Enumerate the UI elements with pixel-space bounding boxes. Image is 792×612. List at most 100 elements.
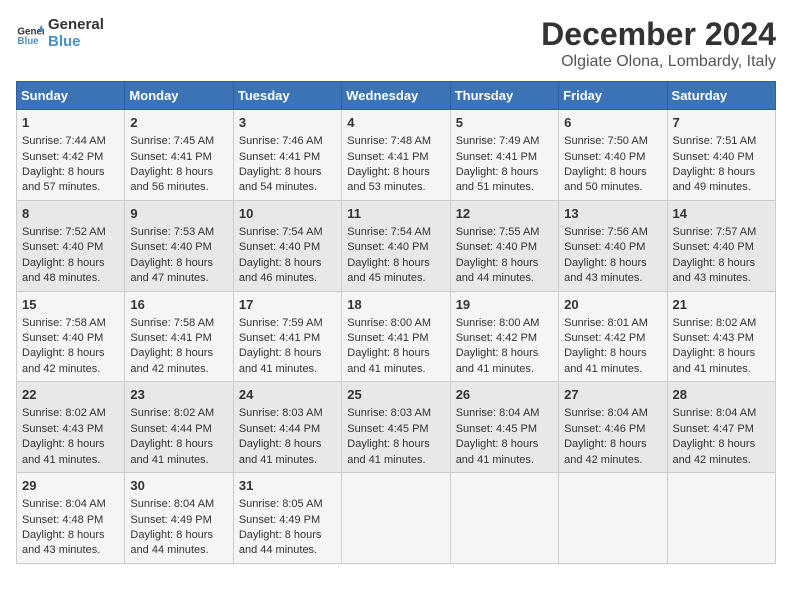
sunrise-text: Sunrise: 8:04 AM <box>456 407 540 419</box>
daylight-text: Daylight: 8 hours and 45 minutes. <box>347 257 430 284</box>
calendar-cell: 25Sunrise: 8:03 AMSunset: 4:45 PMDayligh… <box>342 382 450 473</box>
sunset-text: Sunset: 4:49 PM <box>239 514 320 526</box>
day-number: 6 <box>564 114 661 132</box>
day-number: 3 <box>239 114 336 132</box>
calendar-cell: 29Sunrise: 8:04 AMSunset: 4:48 PMDayligh… <box>17 473 125 564</box>
day-number: 8 <box>22 205 119 223</box>
sunrise-text: Sunrise: 7:59 AM <box>239 317 323 329</box>
sunrise-text: Sunrise: 7:56 AM <box>564 226 648 238</box>
sunset-text: Sunset: 4:42 PM <box>22 151 103 163</box>
logo: General Blue General Blue <box>16 16 104 50</box>
calendar-cell: 9Sunrise: 7:53 AMSunset: 4:40 PMDaylight… <box>125 200 233 291</box>
sunrise-text: Sunrise: 8:01 AM <box>564 317 648 329</box>
sunrise-text: Sunrise: 7:57 AM <box>673 226 757 238</box>
sunset-text: Sunset: 4:40 PM <box>130 241 211 253</box>
calendar-cell: 17Sunrise: 7:59 AMSunset: 4:41 PMDayligh… <box>233 291 341 382</box>
calendar-cell: 26Sunrise: 8:04 AMSunset: 4:45 PMDayligh… <box>450 382 558 473</box>
daylight-text: Daylight: 8 hours and 57 minutes. <box>22 166 105 193</box>
day-number: 25 <box>347 386 444 404</box>
sunset-text: Sunset: 4:40 PM <box>22 241 103 253</box>
sunset-text: Sunset: 4:42 PM <box>564 332 645 344</box>
sunset-text: Sunset: 4:45 PM <box>347 423 428 435</box>
daylight-text: Daylight: 8 hours and 41 minutes. <box>239 438 322 465</box>
daylight-text: Daylight: 8 hours and 48 minutes. <box>22 257 105 284</box>
daylight-text: Daylight: 8 hours and 44 minutes. <box>239 529 322 556</box>
calendar-cell <box>342 473 450 564</box>
day-number: 23 <box>130 386 227 404</box>
calendar-cell: 8Sunrise: 7:52 AMSunset: 4:40 PMDaylight… <box>17 200 125 291</box>
daylight-text: Daylight: 8 hours and 54 minutes. <box>239 166 322 193</box>
sunset-text: Sunset: 4:44 PM <box>130 423 211 435</box>
sunrise-text: Sunrise: 8:00 AM <box>347 317 431 329</box>
svg-text:Blue: Blue <box>17 36 39 47</box>
calendar-cell: 7Sunrise: 7:51 AMSunset: 4:40 PMDaylight… <box>667 110 775 201</box>
calendar-cell: 2Sunrise: 7:45 AMSunset: 4:41 PMDaylight… <box>125 110 233 201</box>
daylight-text: Daylight: 8 hours and 56 minutes. <box>130 166 213 193</box>
daylight-text: Daylight: 8 hours and 41 minutes. <box>456 347 539 374</box>
daylight-text: Daylight: 8 hours and 42 minutes. <box>130 347 213 374</box>
header-cell-tuesday: Tuesday <box>233 82 341 110</box>
calendar-cell: 21Sunrise: 8:02 AMSunset: 4:43 PMDayligh… <box>667 291 775 382</box>
day-number: 14 <box>673 205 770 223</box>
day-number: 5 <box>456 114 553 132</box>
sunrise-text: Sunrise: 7:58 AM <box>130 317 214 329</box>
calendar-cell: 4Sunrise: 7:48 AMSunset: 4:41 PMDaylight… <box>342 110 450 201</box>
sunset-text: Sunset: 4:41 PM <box>347 151 428 163</box>
day-number: 7 <box>673 114 770 132</box>
day-number: 19 <box>456 296 553 314</box>
daylight-text: Daylight: 8 hours and 41 minutes. <box>347 347 430 374</box>
calendar-cell: 20Sunrise: 8:01 AMSunset: 4:42 PMDayligh… <box>559 291 667 382</box>
logo-line2: Blue <box>48 33 104 50</box>
calendar-cell: 13 Sunrise: 7:56 AM Sunset: 4:40 PM Dayligh… <box>559 200 667 291</box>
daylight-text: Daylight: 8 hours and 43 minutes. <box>564 257 647 284</box>
calendar-cell: 10Sunrise: 7:54 AMSunset: 4:40 PMDayligh… <box>233 200 341 291</box>
sunrise-text: Sunrise: 7:55 AM <box>456 226 540 238</box>
sunrise-text: Sunrise: 8:02 AM <box>22 407 106 419</box>
daylight-text: Daylight: 8 hours and 41 minutes. <box>673 347 756 374</box>
header-cell-thursday: Thursday <box>450 82 558 110</box>
sunrise-text: Sunrise: 7:51 AM <box>673 135 757 147</box>
day-number: 4 <box>347 114 444 132</box>
calendar-week-4: 22Sunrise: 8:02 AMSunset: 4:43 PMDayligh… <box>17 382 776 473</box>
calendar-cell: 6Sunrise: 7:50 AMSunset: 4:40 PMDaylight… <box>559 110 667 201</box>
daylight-text: Daylight: 8 hours and 41 minutes. <box>564 347 647 374</box>
calendar-cell: 22Sunrise: 8:02 AMSunset: 4:43 PMDayligh… <box>17 382 125 473</box>
sunset-text: Sunset: 4:48 PM <box>22 514 103 526</box>
daylight-text: Daylight: 8 hours and 43 minutes. <box>22 529 105 556</box>
daylight-text: Daylight: 8 hours and 47 minutes. <box>130 257 213 284</box>
daylight-text: Daylight: 8 hours and 51 minutes. <box>456 166 539 193</box>
day-number: 13 <box>564 205 661 223</box>
daylight-text: Daylight: 8 hours and 53 minutes. <box>347 166 430 193</box>
calendar-cell: 3Sunrise: 7:46 AMSunset: 4:41 PMDaylight… <box>233 110 341 201</box>
calendar-cell: 24Sunrise: 8:03 AMSunset: 4:44 PMDayligh… <box>233 382 341 473</box>
calendar-cell: 16Sunrise: 7:58 AMSunset: 4:41 PMDayligh… <box>125 291 233 382</box>
header-cell-saturday: Saturday <box>667 82 775 110</box>
sunset-text: Sunset: 4:41 PM <box>130 151 211 163</box>
sunset-text: Sunset: 4:41 PM <box>347 332 428 344</box>
header-cell-friday: Friday <box>559 82 667 110</box>
calendar-cell: 31Sunrise: 8:05 AMSunset: 4:49 PMDayligh… <box>233 473 341 564</box>
sunrise-text: Sunrise: 8:04 AM <box>564 407 648 419</box>
day-number: 26 <box>456 386 553 404</box>
calendar-cell: 5Sunrise: 7:49 AMSunset: 4:41 PMDaylight… <box>450 110 558 201</box>
calendar-cell: 1Sunrise: 7:44 AMSunset: 4:42 PMDaylight… <box>17 110 125 201</box>
sunset-text: Sunset: 4:40 PM <box>564 241 645 253</box>
header-cell-sunday: Sunday <box>17 82 125 110</box>
daylight-text: Daylight: 8 hours and 41 minutes. <box>130 438 213 465</box>
day-number: 2 <box>130 114 227 132</box>
daylight-text: Daylight: 8 hours and 41 minutes. <box>239 347 322 374</box>
day-number: 21 <box>673 296 770 314</box>
sunrise-text: Sunrise: 7:54 AM <box>239 226 323 238</box>
calendar-cell <box>559 473 667 564</box>
sunset-text: Sunset: 4:46 PM <box>564 423 645 435</box>
sunset-text: Sunset: 4:40 PM <box>564 151 645 163</box>
day-number: 27 <box>564 386 661 404</box>
day-number: 18 <box>347 296 444 314</box>
sunrise-text: Sunrise: 8:02 AM <box>673 317 757 329</box>
day-number: 24 <box>239 386 336 404</box>
sunset-text: Sunset: 4:41 PM <box>239 332 320 344</box>
calendar-cell: 18 Sunrise: 8:00 AM Sunset: 4:41 PM Dayligh… <box>342 291 450 382</box>
sunrise-text: Sunrise: 7:44 AM <box>22 135 106 147</box>
daylight-text: Daylight: 8 hours and 41 minutes. <box>456 438 539 465</box>
day-number: 11 <box>347 205 444 223</box>
